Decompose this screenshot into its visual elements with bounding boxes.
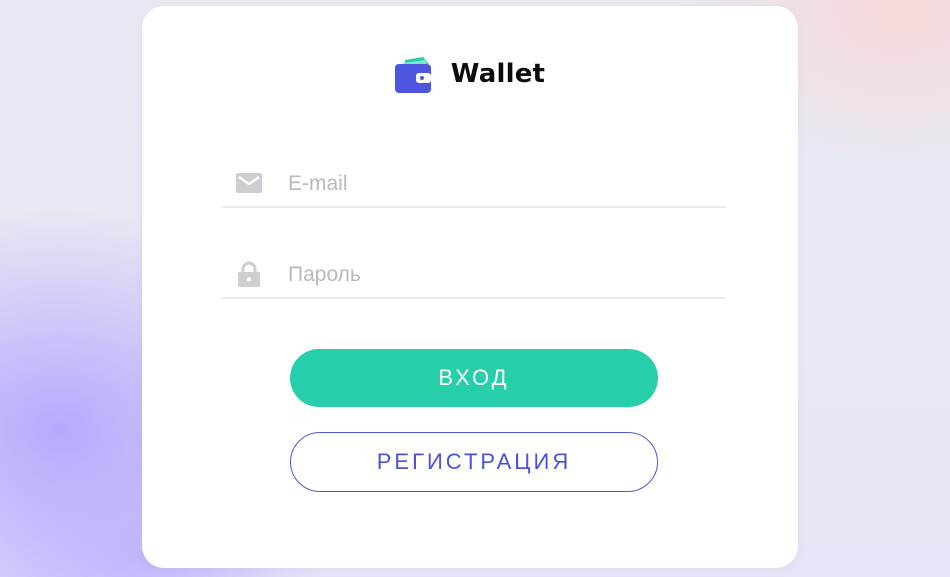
brand-logo: Wallet bbox=[142, 54, 798, 94]
login-button-label: ВХОД bbox=[438, 365, 510, 390]
password-input[interactable] bbox=[288, 259, 726, 291]
password-field bbox=[222, 251, 726, 299]
email-input[interactable] bbox=[288, 168, 726, 200]
lock-icon bbox=[236, 261, 262, 287]
login-card: Wallet ВХОД РЕГИСТРАЦИЯ bbox=[142, 6, 798, 568]
brand-name: Wallet bbox=[450, 59, 546, 89]
envelope-icon bbox=[236, 170, 262, 196]
wallet-icon bbox=[394, 57, 431, 93]
login-button[interactable]: ВХОД bbox=[290, 349, 658, 407]
register-button[interactable]: РЕГИСТРАЦИЯ bbox=[290, 432, 658, 492]
email-field bbox=[222, 160, 726, 208]
register-button-label: РЕГИСТРАЦИЯ bbox=[376, 449, 572, 474]
